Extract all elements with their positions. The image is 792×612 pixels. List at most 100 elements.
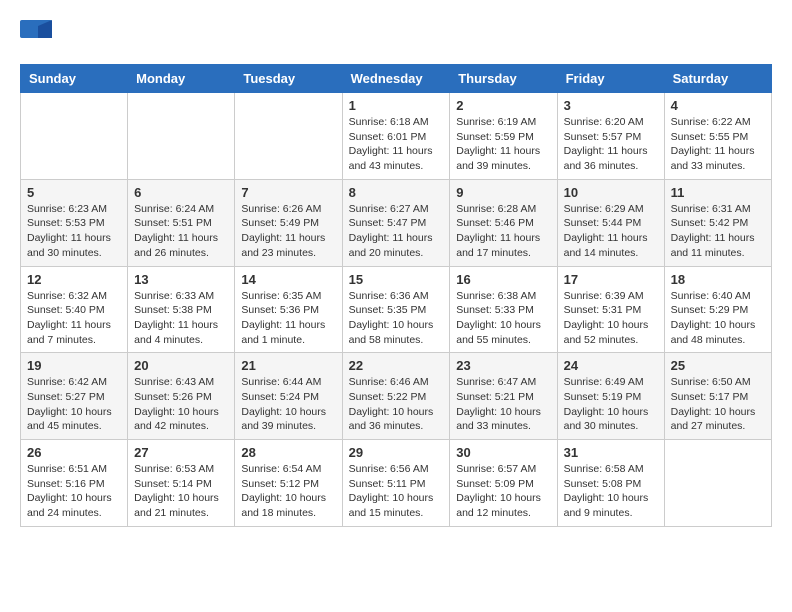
calendar-cell: 14Sunrise: 6:35 AM Sunset: 5:36 PM Dayli… xyxy=(235,266,342,353)
calendar-cell: 22 Sunrise: 6:46 AM Sunset: 5:22 PM Dayli… xyxy=(342,353,450,440)
day-info: Sunrise: 6:29 AM Sunset: 5:44 PM Dayligh… xyxy=(564,202,658,261)
calendar-cell: 30 Sunrise: 6:57 AM Sunset: 5:09 PM Dayli… xyxy=(450,440,557,527)
day-info: Sunrise: 6:57 AM Sunset: 5:09 PM Dayligh… xyxy=(456,462,550,521)
calendar-cell: 13 Sunrise: 6:33 AM Sunset: 5:38 PM Dayli… xyxy=(128,266,235,353)
day-info: Sunrise: 6:28 AM Sunset: 5:46 PM Dayligh… xyxy=(456,202,550,261)
day-number: 28 xyxy=(241,445,335,460)
day-number: 18 xyxy=(671,272,765,287)
calendar-week-row: 1 Sunrise: 6:18 AM Sunset: 6:01 PM Daylig… xyxy=(21,93,772,180)
weekday-header-tuesday: Tuesday xyxy=(235,65,342,93)
weekday-header-monday: Monday xyxy=(128,65,235,93)
calendar-cell: 23 Sunrise: 6:47 AM Sunset: 5:21 PM Dayli… xyxy=(450,353,557,440)
calendar-cell xyxy=(128,93,235,180)
calendar-cell: 24 Sunrise: 6:49 AM Sunset: 5:19 PM Dayli… xyxy=(557,353,664,440)
day-number: 22 xyxy=(349,358,444,373)
day-info: Sunrise: 6:46 AM Sunset: 5:22 PM Dayligh… xyxy=(349,375,444,434)
weekday-header-thursday: Thursday xyxy=(450,65,557,93)
day-number: 4 xyxy=(671,98,765,113)
day-number: 30 xyxy=(456,445,550,460)
day-info: Sunrise: 6:44 AM Sunset: 5:24 PM Dayligh… xyxy=(241,375,335,434)
calendar-cell: 31 Sunrise: 6:58 AM Sunset: 5:08 PM Dayli… xyxy=(557,440,664,527)
calendar-cell: 21 Sunrise: 6:44 AM Sunset: 5:24 PM Dayli… xyxy=(235,353,342,440)
calendar-cell: 10 Sunrise: 6:29 AM Sunset: 5:44 PM Dayli… xyxy=(557,179,664,266)
day-number: 9 xyxy=(456,185,550,200)
day-number: 10 xyxy=(564,185,658,200)
day-number: 29 xyxy=(349,445,444,460)
day-info: Sunrise: 6:35 AM Sunset: 5:36 PM Dayligh… xyxy=(241,289,335,348)
calendar-cell: 6Sunrise: 6:24 AM Sunset: 5:51 PM Daylig… xyxy=(128,179,235,266)
day-info: Sunrise: 6:47 AM Sunset: 5:21 PM Dayligh… xyxy=(456,375,550,434)
day-number: 6 xyxy=(134,185,228,200)
day-number: 11 xyxy=(671,185,765,200)
day-number: 24 xyxy=(564,358,658,373)
day-number: 13 xyxy=(134,272,228,287)
day-number: 21 xyxy=(241,358,335,373)
calendar-table: SundayMondayTuesdayWednesdayThursdayFrid… xyxy=(20,64,772,527)
day-info: Sunrise: 6:18 AM Sunset: 6:01 PM Dayligh… xyxy=(349,115,444,174)
calendar-cell: 25 Sunrise: 6:50 AM Sunset: 5:17 PM Dayli… xyxy=(664,353,771,440)
day-info: Sunrise: 6:53 AM Sunset: 5:14 PM Dayligh… xyxy=(134,462,228,521)
calendar-cell: 8Sunrise: 6:27 AM Sunset: 5:47 PM Daylig… xyxy=(342,179,450,266)
calendar-cell: 1 Sunrise: 6:18 AM Sunset: 6:01 PM Daylig… xyxy=(342,93,450,180)
day-info: Sunrise: 6:51 AM Sunset: 5:16 PM Dayligh… xyxy=(27,462,121,521)
calendar-cell: 16Sunrise: 6:38 AM Sunset: 5:33 PM Dayli… xyxy=(450,266,557,353)
day-info: Sunrise: 6:22 AM Sunset: 5:55 PM Dayligh… xyxy=(671,115,765,174)
weekday-header-wednesday: Wednesday xyxy=(342,65,450,93)
day-info: Sunrise: 6:33 AM Sunset: 5:38 PM Dayligh… xyxy=(134,289,228,348)
day-info: Sunrise: 6:39 AM Sunset: 5:31 PM Dayligh… xyxy=(564,289,658,348)
calendar-cell: 7Sunrise: 6:26 AM Sunset: 5:49 PM Daylig… xyxy=(235,179,342,266)
calendar-week-row: 12 Sunrise: 6:32 AM Sunset: 5:40 PM Dayli… xyxy=(21,266,772,353)
day-info: Sunrise: 6:31 AM Sunset: 5:42 PM Dayligh… xyxy=(671,202,765,261)
page-header xyxy=(20,20,772,48)
calendar-cell: 18 Sunrise: 6:40 AM Sunset: 5:29 PM Dayli… xyxy=(664,266,771,353)
day-info: Sunrise: 6:50 AM Sunset: 5:17 PM Dayligh… xyxy=(671,375,765,434)
day-number: 31 xyxy=(564,445,658,460)
day-number: 25 xyxy=(671,358,765,373)
calendar-cell: 12 Sunrise: 6:32 AM Sunset: 5:40 PM Dayli… xyxy=(21,266,128,353)
calendar-week-row: 19Sunrise: 6:42 AM Sunset: 5:27 PM Dayli… xyxy=(21,353,772,440)
day-info: Sunrise: 6:27 AM Sunset: 5:47 PM Dayligh… xyxy=(349,202,444,261)
calendar-cell: 5Sunrise: 6:23 AM Sunset: 5:53 PM Daylig… xyxy=(21,179,128,266)
calendar-cell: 4 Sunrise: 6:22 AM Sunset: 5:55 PM Daylig… xyxy=(664,93,771,180)
day-number: 1 xyxy=(349,98,444,113)
day-info: Sunrise: 6:20 AM Sunset: 5:57 PM Dayligh… xyxy=(564,115,658,174)
calendar-cell: 11 Sunrise: 6:31 AM Sunset: 5:42 PM Dayli… xyxy=(664,179,771,266)
logo-icon xyxy=(20,20,52,48)
day-info: Sunrise: 6:43 AM Sunset: 5:26 PM Dayligh… xyxy=(134,375,228,434)
day-number: 5 xyxy=(27,185,121,200)
day-info: Sunrise: 6:36 AM Sunset: 5:35 PM Dayligh… xyxy=(349,289,444,348)
calendar-cell: 27 Sunrise: 6:53 AM Sunset: 5:14 PM Dayli… xyxy=(128,440,235,527)
calendar-cell: 17 Sunrise: 6:39 AM Sunset: 5:31 PM Dayli… xyxy=(557,266,664,353)
day-info: Sunrise: 6:56 AM Sunset: 5:11 PM Dayligh… xyxy=(349,462,444,521)
day-number: 23 xyxy=(456,358,550,373)
day-info: Sunrise: 6:49 AM Sunset: 5:19 PM Dayligh… xyxy=(564,375,658,434)
logo xyxy=(20,20,56,48)
weekday-header-friday: Friday xyxy=(557,65,664,93)
day-info: Sunrise: 6:58 AM Sunset: 5:08 PM Dayligh… xyxy=(564,462,658,521)
calendar-cell: 20Sunrise: 6:43 AM Sunset: 5:26 PM Dayli… xyxy=(128,353,235,440)
calendar-cell: 2Sunrise: 6:19 AM Sunset: 5:59 PM Daylig… xyxy=(450,93,557,180)
calendar-cell: 26 Sunrise: 6:51 AM Sunset: 5:16 PM Dayli… xyxy=(21,440,128,527)
calendar-body: 1 Sunrise: 6:18 AM Sunset: 6:01 PM Daylig… xyxy=(21,93,772,527)
calendar-cell: 28Sunrise: 6:54 AM Sunset: 5:12 PM Dayli… xyxy=(235,440,342,527)
day-number: 17 xyxy=(564,272,658,287)
day-number: 27 xyxy=(134,445,228,460)
weekday-header-sunday: Sunday xyxy=(21,65,128,93)
calendar-cell xyxy=(235,93,342,180)
calendar-week-row: 5Sunrise: 6:23 AM Sunset: 5:53 PM Daylig… xyxy=(21,179,772,266)
calendar-cell: 3 Sunrise: 6:20 AM Sunset: 5:57 PM Daylig… xyxy=(557,93,664,180)
weekday-header-saturday: Saturday xyxy=(664,65,771,93)
day-number: 7 xyxy=(241,185,335,200)
calendar-cell xyxy=(664,440,771,527)
day-number: 2 xyxy=(456,98,550,113)
calendar-cell: 29 Sunrise: 6:56 AM Sunset: 5:11 PM Dayli… xyxy=(342,440,450,527)
day-number: 16 xyxy=(456,272,550,287)
day-number: 12 xyxy=(27,272,121,287)
day-info: Sunrise: 6:40 AM Sunset: 5:29 PM Dayligh… xyxy=(671,289,765,348)
day-number: 3 xyxy=(564,98,658,113)
calendar-cell: 9 Sunrise: 6:28 AM Sunset: 5:46 PM Daylig… xyxy=(450,179,557,266)
day-info: Sunrise: 6:42 AM Sunset: 5:27 PM Dayligh… xyxy=(27,375,121,434)
day-info: Sunrise: 6:32 AM Sunset: 5:40 PM Dayligh… xyxy=(27,289,121,348)
day-number: 26 xyxy=(27,445,121,460)
day-number: 15 xyxy=(349,272,444,287)
